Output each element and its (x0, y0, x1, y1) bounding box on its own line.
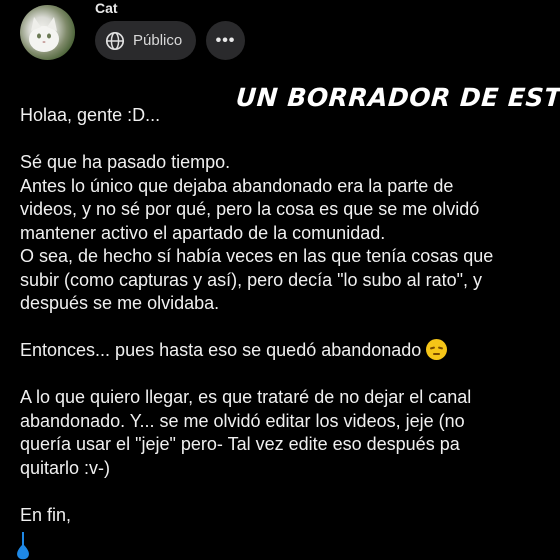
text-line: subir (como capturas y así), pero decía … (20, 269, 482, 290)
privacy-button[interactable]: Público (95, 21, 196, 60)
text-line: quitarlo :v-) (20, 457, 111, 478)
text-line: Sé que ha pasado tiempo. (20, 152, 231, 172)
post-paragraph: En fin, (20, 504, 550, 528)
globe-icon (105, 31, 125, 50)
more-options-button[interactable]: ••• (206, 21, 245, 60)
text-segment: Entonces... pues hasta eso se quedó aban… (20, 340, 422, 360)
privacy-label: Público (133, 32, 183, 49)
greeting-line: Holaa, gente :D... (20, 105, 161, 125)
post-paragraph: Holaa, gente :D... (20, 104, 550, 128)
text-line: Entonces... pues hasta eso se quedó aban… (20, 339, 550, 363)
text-line: quería usar el "jeje" pero- Tal vez edit… (20, 434, 460, 454)
text-line: Antes lo único que dejaba abandonado era… (20, 175, 454, 196)
text-line: O sea, de hecho sí había veces en las qu… (20, 246, 494, 266)
avatar[interactable] (20, 5, 75, 60)
text-line: videos, y no sé por qué, pero la cosa es… (20, 199, 480, 219)
cat-avatar-image (29, 17, 59, 52)
post-paragraph: A lo que quiero llegar, es que trataré d… (20, 386, 550, 480)
text-line: A lo que quiero llegar, es que trataré d… (20, 387, 472, 407)
post-paragraph: Entonces... pues hasta eso se quedó aban… (20, 339, 550, 363)
text-line: abandonado. Y... se me olvidó editar los… (20, 410, 465, 431)
pensive-face-emoji (426, 339, 448, 360)
more-options-icon: ••• (215, 31, 236, 49)
author-name[interactable]: Cat (95, 0, 118, 16)
post-paragraph: Sé que ha pasado tiempo. Antes lo único … (20, 151, 550, 316)
text-selection-handle[interactable] (13, 532, 33, 560)
text-line: En fin, (20, 504, 72, 525)
text-line: mantener activo el apartado de la comuni… (20, 222, 386, 243)
text-line: después se me olvidaba. (20, 293, 220, 313)
post-body: Holaa, gente :D... Sé que ha pasado tiem… (20, 104, 550, 551)
